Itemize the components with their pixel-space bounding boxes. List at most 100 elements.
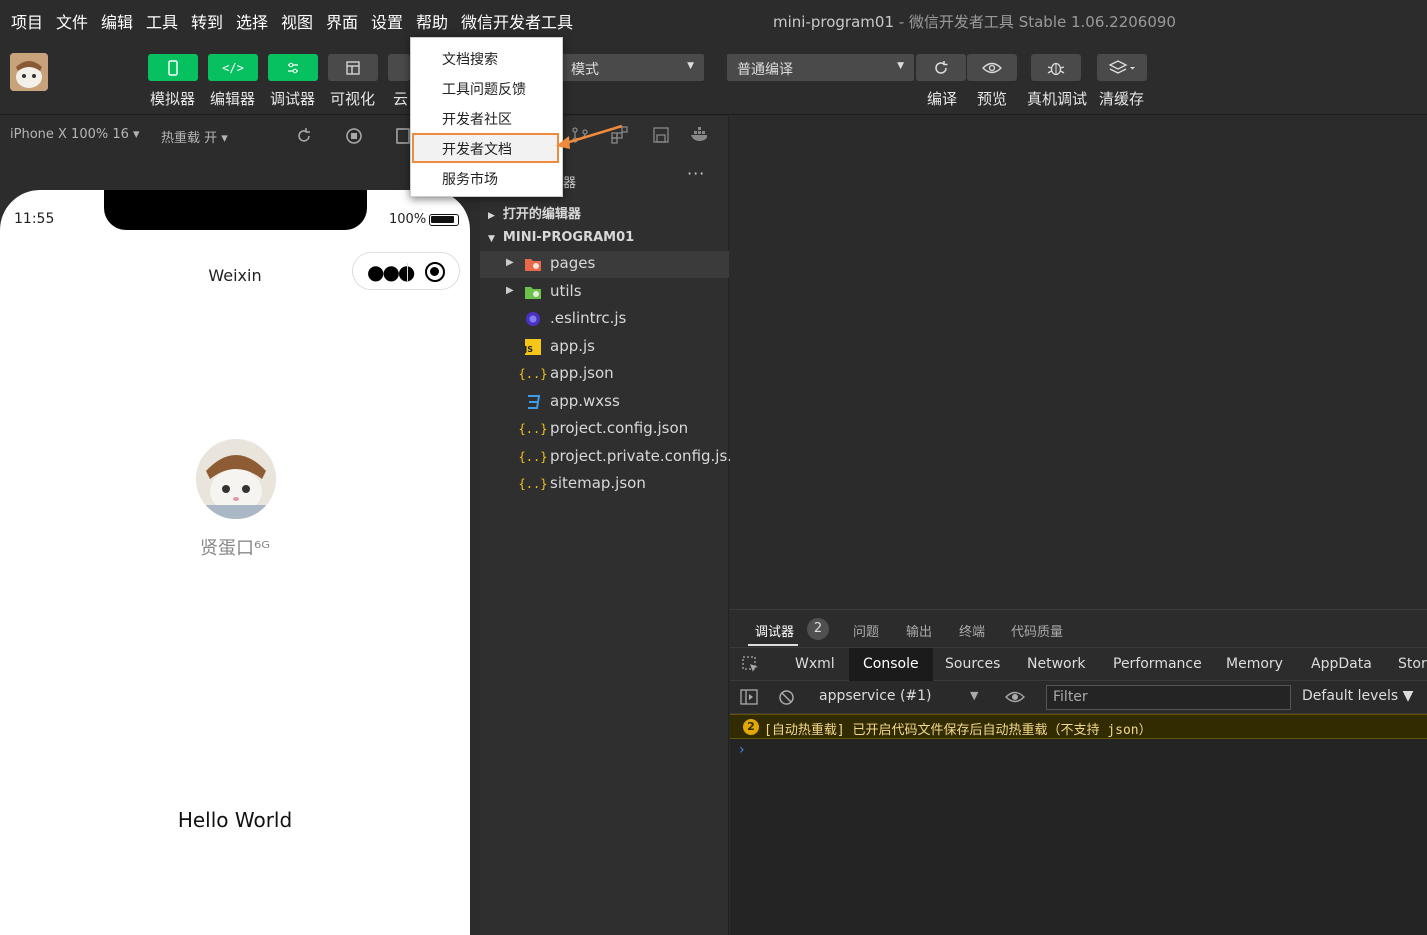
menu-project[interactable]: 项目 <box>11 9 43 33</box>
clear-console-icon[interactable] <box>778 689 795 706</box>
save-icon[interactable] <box>652 126 670 144</box>
window-icon[interactable] <box>396 127 410 145</box>
menu-goto[interactable]: 转到 <box>191 9 223 33</box>
tab-performance[interactable]: Performance <box>1113 656 1202 672</box>
file-item-sitemap[interactable]: {..} sitemap.json <box>480 471 729 498</box>
open-editors-section[interactable]: ▶ 打开的编辑器 <box>488 203 581 222</box>
menu-wechat-devtools[interactable]: 微信开发者工具 <box>461 9 573 33</box>
tab-code-quality[interactable]: 代码质量 <box>1011 621 1063 640</box>
docker-icon[interactable] <box>690 126 710 144</box>
inspect-icon[interactable] <box>742 656 760 674</box>
phone-icon <box>168 59 178 76</box>
eye-icon[interactable] <box>1005 690 1025 704</box>
real-debug-label: 真机调试 <box>1027 90 1088 108</box>
tab-network[interactable]: Network <box>1027 656 1085 672</box>
file-name: sitemap.json <box>550 474 646 492</box>
menu-help[interactable]: 帮助 <box>416 9 448 33</box>
compile-button[interactable] <box>916 54 966 81</box>
chevron-right-icon: ▶ <box>506 257 514 268</box>
tab-terminal[interactable]: 终端 <box>959 621 985 640</box>
sidebar-toggle-icon[interactable] <box>740 689 758 705</box>
preview-button[interactable] <box>967 54 1017 81</box>
console-warning-message: 2 [自动热重载] 已开启代码文件保存后自动热重载（不支持 json） <box>730 714 1427 739</box>
cloud-button[interactable] <box>388 54 410 81</box>
context-select[interactable]: appservice (#1) <box>819 688 932 704</box>
phone-screen[interactable]: 11:55 100% Weixin ●●● 贤蛋口⁶ᴳ Hello World <box>0 190 470 935</box>
menu-bar: 项目 文件 编辑 工具 转到 选择 视图 界面 设置 帮助 微信开发者工具 mi… <box>0 0 1427 40</box>
compile-select[interactable]: 普通编译 ▼ <box>727 54 914 81</box>
menu-item-feedback[interactable]: 工具问题反馈 <box>442 79 526 99</box>
debugger-button[interactable] <box>268 54 318 81</box>
file-item-project-private-config[interactable]: {..} project.private.config.js... <box>480 444 742 471</box>
file-item-utils[interactable]: ▶ utils <box>480 279 729 306</box>
file-name: project.config.json <box>550 419 689 437</box>
tab-wxml[interactable]: Wxml <box>795 656 835 672</box>
mode-select[interactable]: 模式 ▼ <box>553 54 704 81</box>
visual-button[interactable] <box>328 54 378 81</box>
tab-sources[interactable]: Sources <box>945 656 1000 672</box>
menu-tools[interactable]: 工具 <box>146 9 178 33</box>
folder-icon <box>524 283 542 301</box>
file-item-pages[interactable]: ▶ pages <box>480 251 729 278</box>
clear-cache-label: 清缓存 <box>1099 90 1145 108</box>
file-item-app-json[interactable]: {..} app.json <box>480 361 729 388</box>
file-item-project-config[interactable]: {..} project.config.json <box>480 416 729 443</box>
tab-output[interactable]: 输出 <box>906 621 932 640</box>
more-icon[interactable]: ··· <box>687 164 705 183</box>
hot-reload-select[interactable]: 热重载 开 ▾ <box>161 127 228 146</box>
file-name: project.private.config.js... <box>550 447 742 465</box>
close-target-icon[interactable] <box>425 262 445 282</box>
stop-icon[interactable] <box>345 127 363 145</box>
compile-label: 编译 <box>927 90 958 108</box>
real-debug-button[interactable] <box>1031 54 1081 81</box>
tab-problems[interactable]: 问题 <box>853 621 879 640</box>
rotate-icon[interactable] <box>295 127 313 145</box>
menu-capsule[interactable]: ●●● <box>352 252 460 290</box>
file-item-app-js[interactable]: JS app.js <box>480 334 729 361</box>
simulator-label: 模拟器 <box>150 90 196 108</box>
menu-edit[interactable]: 编辑 <box>101 9 133 33</box>
tab-appdata[interactable]: AppData <box>1311 656 1372 672</box>
console-prompt[interactable]: › <box>739 742 745 758</box>
file-item-eslintrc[interactable]: .eslintrc.js <box>480 306 729 333</box>
project-section[interactable]: ▼ MINI-PROGRAM01 <box>488 230 634 245</box>
menu-view[interactable]: 视图 <box>281 9 313 33</box>
menu-interface[interactable]: 界面 <box>326 9 358 33</box>
code-icon: </> <box>222 60 244 75</box>
menu-file[interactable]: 文件 <box>56 9 88 33</box>
simulator-button[interactable] <box>148 54 198 81</box>
menu-item-service-market[interactable]: 服务市场 <box>442 169 498 189</box>
file-item-app-wxss[interactable]: app.wxss <box>480 389 729 416</box>
file-name: app.json <box>550 364 614 382</box>
menu-select[interactable]: 选择 <box>236 9 268 33</box>
layout-icon <box>346 60 360 75</box>
editor-area[interactable] <box>730 116 1427 609</box>
svg-text:JS: JS <box>525 345 533 354</box>
log-levels-select[interactable]: Default levels ▼ <box>1302 688 1413 704</box>
editor-button[interactable]: </> <box>208 54 258 81</box>
branch-icon[interactable] <box>571 126 589 144</box>
chevron-down-icon[interactable]: ▼ <box>970 689 978 702</box>
json-file-icon: {..} <box>518 450 548 464</box>
menu-item-developer-docs[interactable]: 开发者文档 <box>442 139 512 159</box>
menu-item-community[interactable]: 开发者社区 <box>442 109 512 129</box>
debugger-count-badge: 2 <box>807 618 829 640</box>
debug-tabs: 调试器 2 问题 输出 终端 代码质量 <box>730 610 1427 647</box>
tab-memory[interactable]: Memory <box>1226 656 1283 672</box>
hello-text: Hello World <box>177 808 293 832</box>
simulator-toolbar: iPhone X 100% 16 ▾ 热重载 开 ▾ <box>0 116 480 156</box>
log-levels-label: Default levels <box>1302 688 1399 704</box>
device-select[interactable]: iPhone X 100% 16 ▾ <box>10 127 140 142</box>
tab-debugger[interactable]: 调试器 <box>755 621 794 640</box>
clear-cache-button[interactable] <box>1097 54 1147 81</box>
file-name: pages <box>550 254 596 272</box>
tab-storage[interactable]: Stora <box>1398 656 1427 672</box>
extensions-icon[interactable] <box>610 125 630 145</box>
tab-console[interactable]: Console <box>849 648 933 681</box>
user-avatar[interactable] <box>10 53 48 91</box>
console-filter-input[interactable]: Filter <box>1046 685 1291 710</box>
menu-settings[interactable]: 设置 <box>371 9 403 33</box>
js-file-icon: JS <box>524 338 542 356</box>
json-file-icon: {..} <box>518 367 548 381</box>
menu-item-doc-search[interactable]: 文档搜索 <box>442 49 498 69</box>
